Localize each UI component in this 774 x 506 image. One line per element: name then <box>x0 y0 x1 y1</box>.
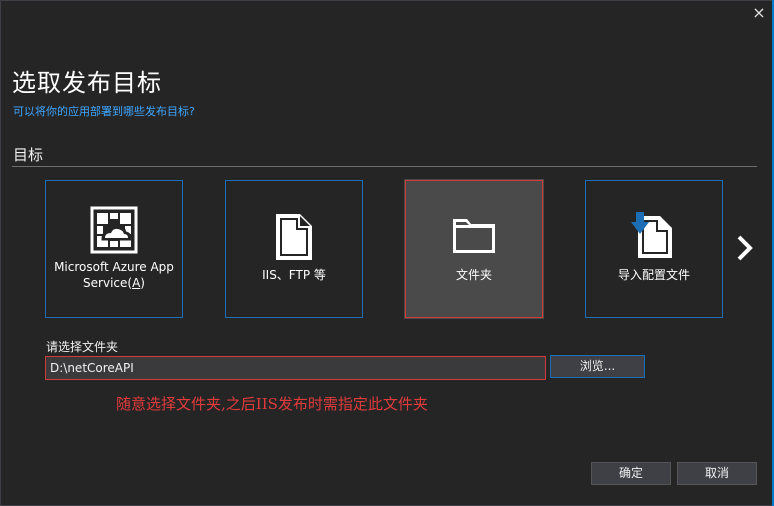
azure-app-service-icon <box>46 206 182 254</box>
section-label-targets: 目标 <box>13 146 44 164</box>
target-label: Microsoft Azure App Service(A) <box>50 259 178 291</box>
target-label: 文件夹 <box>455 268 492 282</box>
ok-button[interactable]: 确定 <box>591 462 671 485</box>
import-profile-icon <box>586 208 722 260</box>
close-button[interactable]: × <box>748 4 770 22</box>
target-folder[interactable]: 文件夹 <box>404 179 544 319</box>
document-icon <box>226 212 362 262</box>
section-divider <box>12 166 757 167</box>
target-import-profile[interactable]: 导入配置文件 <box>585 180 723 318</box>
target-label-line2: Service(A) <box>83 276 145 290</box>
target-label: IIS、FTP 等 <box>262 268 326 282</box>
next-targets-chevron-icon[interactable] <box>734 233 758 263</box>
folder-path-input[interactable] <box>45 356 546 380</box>
folder-icon <box>406 215 542 255</box>
page-title: 选取发布目标 <box>12 69 162 97</box>
page-subtitle: 可以将你的应用部署到哪些发布目标? <box>13 105 195 118</box>
target-label: 导入配置文件 <box>617 268 690 282</box>
folder-field-label: 请选择文件夹 <box>46 340 119 354</box>
annotation-note: 随意选择文件夹,之后IIS发布时需指定此文件夹 <box>116 395 428 413</box>
target-iis-ftp[interactable]: IIS、FTP 等 <box>225 180 363 318</box>
browse-button[interactable]: 浏览... <box>550 355 645 378</box>
target-label-line1: Microsoft Azure App <box>54 260 174 274</box>
cancel-button[interactable]: 取消 <box>677 462 757 485</box>
target-azure-app-service[interactable]: Microsoft Azure App Service(A) <box>45 180 183 318</box>
